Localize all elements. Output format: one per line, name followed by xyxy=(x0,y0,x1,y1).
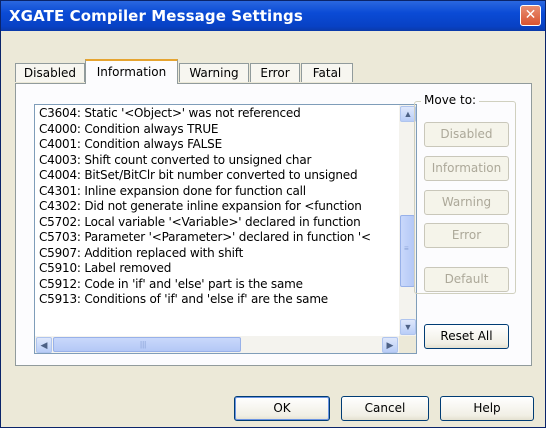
tab-disabled[interactable]: Disabled xyxy=(15,63,85,82)
scrollbar-corner xyxy=(399,336,416,353)
grip-icon: ≡ xyxy=(404,244,409,253)
horizontal-scrollbar[interactable]: ◀ ||| ▶ xyxy=(35,336,399,353)
help-button[interactable]: Help xyxy=(440,396,534,421)
scroll-right-button[interactable]: ▶ xyxy=(382,337,398,353)
tab-information[interactable]: Information xyxy=(85,59,178,84)
horizontal-scroll-thumb[interactable]: ||| xyxy=(53,337,241,352)
list-item[interactable]: C5912: Code in 'if' and 'else' part is t… xyxy=(39,277,384,293)
tab-fatal[interactable]: Fatal xyxy=(301,63,353,82)
cancel-button[interactable]: Cancel xyxy=(341,396,429,421)
list-item[interactable]: C4000: Condition always TRUE xyxy=(39,122,384,138)
list-item[interactable]: C5703: Parameter '<Parameter>' declared … xyxy=(39,230,384,246)
grip-icon: ||| xyxy=(140,340,147,349)
move-to-legend: Move to: xyxy=(421,93,480,107)
reset-all-button[interactable]: Reset All xyxy=(424,324,509,349)
move-to-disabled-button[interactable]: Disabled xyxy=(424,122,509,147)
list-item[interactable]: C5913: Conditions of 'if' and 'else if' … xyxy=(39,292,384,308)
tab-panel-information: C3604: Static '<Object>' was not referen… xyxy=(15,83,532,366)
move-to-warning-button[interactable]: Warning xyxy=(424,190,509,215)
tab-warning[interactable]: Warning xyxy=(179,63,249,82)
vertical-scroll-thumb[interactable]: ≡ xyxy=(400,215,415,287)
message-list[interactable]: C3604: Static '<Object>' was not referen… xyxy=(34,104,417,354)
close-button[interactable]: ✕ xyxy=(520,5,541,26)
arrow-up-icon: ▲ xyxy=(403,109,413,119)
default-button[interactable]: Default xyxy=(424,267,509,292)
list-item[interactable]: C4001: Condition always FALSE xyxy=(39,137,384,153)
list-item[interactable]: C4302: Did not generate inline expansion… xyxy=(39,199,384,215)
title-bar[interactable]: XGATE Compiler Message Settings ✕ xyxy=(1,1,545,31)
list-item[interactable]: C4004: BitSet/BitClr bit number converte… xyxy=(39,168,384,184)
arrow-down-icon: ▼ xyxy=(403,322,413,332)
list-item[interactable]: C3604: Static '<Object>' was not referen… xyxy=(39,106,384,122)
arrow-left-icon: ◀ xyxy=(40,340,48,350)
message-items: C3604: Static '<Object>' was not referen… xyxy=(39,106,384,336)
move-to-information-button[interactable]: Information xyxy=(424,156,509,181)
tab-error[interactable]: Error xyxy=(250,63,300,82)
scroll-left-button[interactable]: ◀ xyxy=(36,337,52,353)
arrow-right-icon: ▶ xyxy=(386,340,394,350)
list-item[interactable]: C5907: Addition replaced with shift xyxy=(39,246,384,262)
window-title: XGATE Compiler Message Settings xyxy=(9,7,303,25)
list-item[interactable]: C5910: Label removed xyxy=(39,261,384,277)
ok-button[interactable]: OK xyxy=(234,396,330,421)
close-icon: ✕ xyxy=(524,7,537,23)
scroll-down-button[interactable]: ▼ xyxy=(400,319,416,335)
move-to-error-button[interactable]: Error xyxy=(424,223,509,248)
list-item[interactable]: C5702: Local variable '<Variable>' decla… xyxy=(39,215,384,231)
list-item[interactable]: C4301: Inline expansion done for functio… xyxy=(39,184,384,200)
list-item[interactable]: C4003: Shift count converted to unsigned… xyxy=(39,153,384,169)
dialog-window: XGATE Compiler Message Settings ✕ Disabl… xyxy=(0,0,546,428)
